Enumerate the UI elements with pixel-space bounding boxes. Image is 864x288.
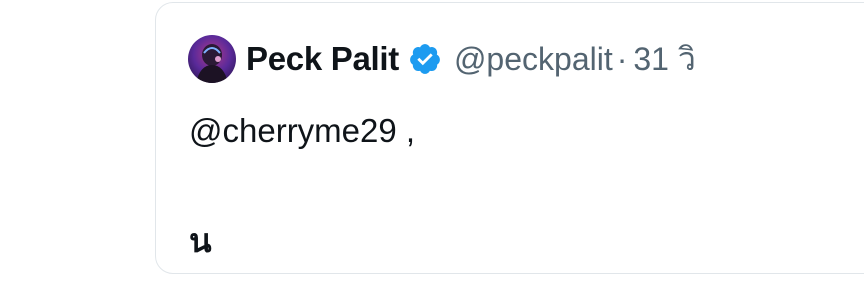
verified-badge-icon <box>408 42 442 76</box>
page: Peck Palit @peckpalit · 31 วิ @cherryme2… <box>0 0 864 288</box>
tweet-text-line: น <box>189 222 212 259</box>
separator-dot: · <box>616 40 628 77</box>
tweet-text-line: @cherryme29 , <box>189 112 416 149</box>
author-handle[interactable]: @peckpalit <box>454 41 613 78</box>
avatar[interactable] <box>188 35 236 83</box>
tweet-timestamp[interactable]: 31 วิ <box>633 34 695 85</box>
author-display-name[interactable]: Peck Palit <box>246 40 399 78</box>
tweet-header: Peck Palit @peckpalit · 31 วิ <box>188 34 696 84</box>
